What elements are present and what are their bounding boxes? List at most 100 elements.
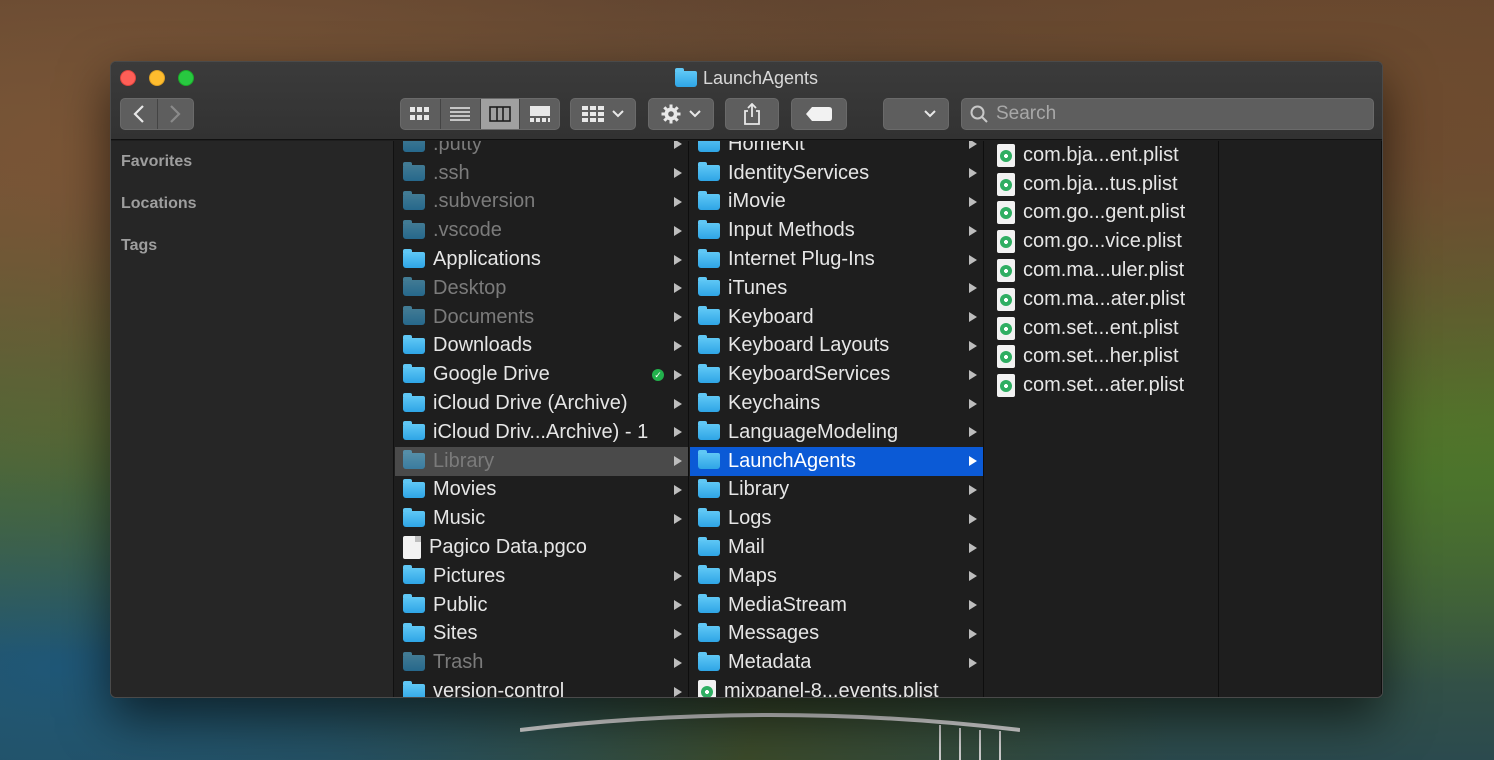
folder-icon — [698, 248, 720, 268]
disclosure-arrow-icon — [674, 600, 682, 611]
sidebar-section-tags[interactable]: Tags — [111, 225, 393, 267]
disclosure-arrow-icon — [674, 225, 682, 236]
folder-row[interactable]: Messages — [690, 620, 983, 649]
item-name: Logs — [728, 507, 772, 530]
nav-button-group — [120, 98, 194, 130]
plist-file-icon — [997, 374, 1015, 398]
icon-view-button[interactable] — [401, 99, 441, 129]
folder-row[interactable]: Documents — [395, 303, 688, 332]
column-view-button[interactable] — [480, 99, 521, 129]
folder-row[interactable]: HomeKit — [690, 141, 983, 159]
gallery-view-button[interactable] — [520, 99, 559, 129]
folder-row[interactable]: Sites — [395, 620, 688, 649]
folder-row[interactable]: Music — [395, 504, 688, 533]
group-by-button[interactable] — [570, 98, 636, 130]
chevron-down-icon — [612, 110, 624, 118]
folder-row[interactable]: Library — [690, 476, 983, 505]
back-button[interactable] — [121, 99, 158, 129]
folder-icon — [698, 594, 720, 614]
list-view-button[interactable] — [441, 99, 481, 129]
folder-row[interactable]: iMovie — [690, 188, 983, 217]
file-row[interactable]: com.ma...uler.plist — [985, 256, 1218, 285]
folder-row[interactable]: LaunchAgents — [690, 446, 983, 476]
folder-row[interactable]: .ssh — [395, 159, 688, 188]
folder-icon — [403, 248, 425, 268]
folder-row[interactable]: iCloud Drive (Archive) — [395, 389, 688, 418]
disclosure-arrow-icon — [674, 456, 682, 467]
plist-file-icon — [997, 287, 1015, 311]
folder-row[interactable]: version-control — [395, 677, 688, 697]
item-name: com.set...ater.plist — [1023, 374, 1185, 397]
share-button[interactable] — [725, 98, 779, 130]
forward-button[interactable] — [158, 99, 194, 129]
tags-button[interactable] — [791, 98, 847, 130]
folder-row[interactable]: Pictures — [395, 562, 688, 591]
search-field[interactable] — [961, 98, 1374, 130]
search-input[interactable] — [996, 103, 1366, 125]
folder-row[interactable]: Logs — [690, 504, 983, 533]
file-row[interactable]: com.set...ent.plist — [985, 314, 1218, 343]
disclosure-arrow-icon — [969, 628, 977, 639]
folder-row[interactable]: Public — [395, 591, 688, 620]
item-name: Documents — [433, 305, 535, 328]
folder-row[interactable]: Movies — [395, 476, 688, 505]
folder-icon — [403, 277, 425, 297]
file-row[interactable]: com.set...her.plist — [985, 343, 1218, 372]
share-icon — [744, 103, 760, 125]
item-name: com.go...gent.plist — [1023, 201, 1186, 224]
file-row[interactable]: Pagico Data.pgco — [395, 533, 688, 562]
folder-icon — [403, 363, 425, 383]
file-row[interactable]: com.go...gent.plist — [985, 199, 1218, 228]
folder-row[interactable]: Applications — [395, 245, 688, 274]
disclosure-arrow-icon — [969, 542, 977, 553]
folder-row[interactable]: KeyboardServices — [690, 360, 983, 389]
folder-row[interactable]: Keychains — [690, 389, 983, 418]
item-name: Movies — [433, 478, 497, 501]
folder-row[interactable]: Internet Plug-Ins — [690, 245, 983, 274]
file-row[interactable]: com.bja...ent.plist — [985, 141, 1218, 170]
sidebar-section-locations[interactable]: Locations — [111, 183, 393, 225]
folder-icon — [403, 651, 425, 671]
folder-row[interactable]: Metadata — [690, 648, 983, 677]
dropdown-button[interactable] — [883, 98, 949, 130]
action-button[interactable] — [648, 98, 714, 130]
sidebar-section-favorites[interactable]: Favorites — [111, 141, 393, 183]
folder-icon — [403, 478, 425, 498]
window-title: LaunchAgents — [111, 67, 1382, 89]
folder-row[interactable]: LanguageModeling — [690, 418, 983, 447]
folder-row[interactable]: Maps — [690, 562, 983, 591]
folder-row[interactable]: Downloads — [395, 332, 688, 361]
item-name: Messages — [728, 622, 820, 645]
sidebar: Favorites Locations Tags — [111, 141, 394, 697]
folder-row[interactable]: IdentityServices — [690, 159, 983, 188]
folder-row[interactable]: Keyboard Layouts — [690, 332, 983, 361]
gear-icon — [661, 104, 681, 124]
file-row[interactable]: mixpanel-8...events.plist — [690, 677, 983, 697]
folder-row[interactable]: .vscode — [395, 216, 688, 245]
file-row[interactable]: com.set...ater.plist — [985, 371, 1218, 400]
folder-row[interactable]: MediaStream — [690, 591, 983, 620]
folder-row[interactable]: iTunes — [690, 274, 983, 303]
item-name: LaunchAgents — [728, 449, 856, 472]
icon-grid-icon — [410, 107, 430, 120]
folder-row[interactable]: Mail — [690, 533, 983, 562]
folder-row[interactable]: Trash — [395, 648, 688, 677]
disclosure-arrow-icon — [969, 600, 977, 611]
folder-icon — [403, 622, 425, 642]
folder-row[interactable]: Keyboard — [690, 303, 983, 332]
item-name: Music — [433, 507, 486, 530]
folder-row[interactable]: iCloud Driv...Archive) - 1 — [395, 418, 688, 447]
file-row[interactable]: com.bja...tus.plist — [985, 170, 1218, 199]
file-row[interactable]: com.go...vice.plist — [985, 227, 1218, 256]
file-row[interactable]: com.ma...ater.plist — [985, 285, 1218, 314]
item-name: Public — [433, 593, 488, 616]
chevron-right-icon — [170, 105, 181, 123]
disclosure-arrow-icon — [969, 427, 977, 438]
folder-row[interactable]: Input Methods — [690, 216, 983, 245]
folder-row[interactable]: Library — [395, 446, 688, 476]
folder-row[interactable]: .subversion — [395, 188, 688, 217]
plist-file-icon — [698, 680, 716, 697]
folder-row[interactable]: .putty — [395, 141, 688, 159]
folder-row[interactable]: Desktop — [395, 274, 688, 303]
folder-row[interactable]: Google Drive ✓ — [395, 360, 688, 389]
